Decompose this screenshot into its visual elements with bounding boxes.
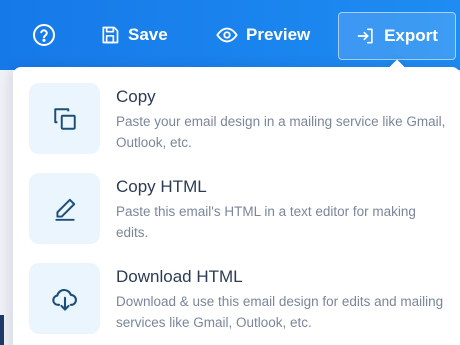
option-description: Paste this email's HTML in a text editor… <box>116 204 416 240</box>
export-button[interactable]: Export <box>338 12 456 60</box>
background-editor-panel <box>0 70 12 345</box>
save-button[interactable]: Save <box>100 0 168 70</box>
option-title: Download HTML <box>116 267 243 286</box>
export-dropdown-menu: Copy Paste your email design in a mailin… <box>13 67 460 345</box>
copy-icon <box>29 83 100 154</box>
question-circle-icon <box>32 23 56 47</box>
option-title: Copy HTML <box>116 177 207 196</box>
top-toolbar: Save Preview Export <box>0 0 460 70</box>
background-editor-accent <box>0 315 4 345</box>
help-button[interactable] <box>32 0 56 70</box>
export-option-copy-html[interactable]: Copy HTML Paste this email's HTML in a t… <box>29 173 449 253</box>
preview-label: Preview <box>246 25 311 44</box>
cloud-download-icon <box>29 263 100 334</box>
save-label: Save <box>128 25 168 44</box>
export-label: Export <box>384 26 438 45</box>
export-option-download-html[interactable]: Download HTML Download & use this email … <box>29 263 449 343</box>
preview-button[interactable]: Preview <box>216 0 310 70</box>
sign-in-arrow-icon <box>356 26 376 46</box>
floppy-disk-icon <box>100 25 120 45</box>
export-option-copy[interactable]: Copy Paste your email design in a mailin… <box>29 83 449 163</box>
pencil-icon <box>29 173 100 244</box>
option-description: Download & use this email design for edi… <box>116 294 444 330</box>
eye-icon <box>216 24 238 46</box>
option-title: Copy <box>116 87 156 106</box>
option-description: Paste your email design in a mailing ser… <box>116 114 446 150</box>
